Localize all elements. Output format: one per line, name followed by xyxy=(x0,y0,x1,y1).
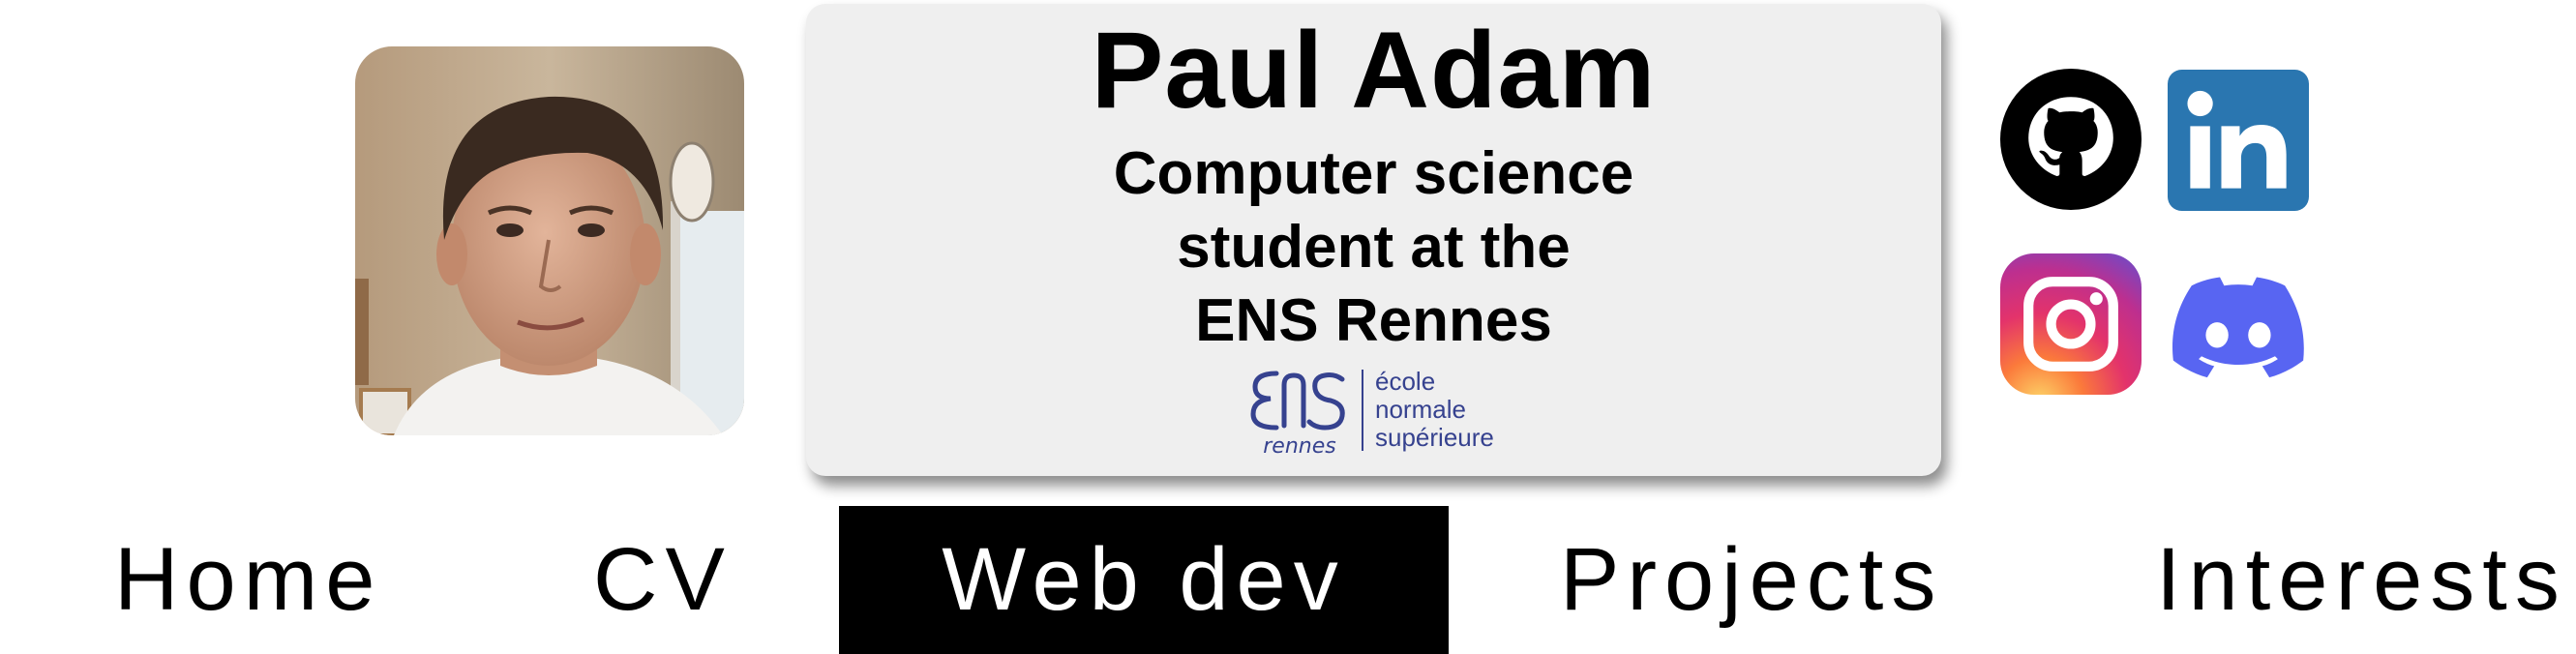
nav-item-interests[interactable]: Interests xyxy=(2156,506,2567,654)
ens-logo-mark: rennes xyxy=(1250,371,1345,459)
linkedin-icon[interactable] xyxy=(2168,70,2309,211)
ens-logo-line: école xyxy=(1375,367,1436,396)
nav-item-home[interactable]: Home xyxy=(114,506,382,654)
nav-item-web-dev[interactable]: Web dev xyxy=(839,506,1449,654)
subtitle-line: Computer science xyxy=(1113,140,1634,207)
page-title: Paul Adam xyxy=(1091,10,1657,131)
ens-rennes-logo: rennes école normale supérieure xyxy=(1247,364,1499,459)
ens-mark-text: rennes xyxy=(1263,434,1335,459)
divider xyxy=(1362,370,1363,451)
nav-item-cv[interactable]: CV xyxy=(593,506,733,654)
discord-icon[interactable] xyxy=(2168,257,2309,399)
subtitle-line: ENS Rennes xyxy=(1195,287,1552,354)
main-nav: Home CV Web dev Projects Interests xyxy=(0,506,2576,654)
subtitle-line: student at the xyxy=(1177,214,1571,281)
github-icon[interactable] xyxy=(2000,69,2142,210)
ens-logo-line: normale xyxy=(1375,395,1466,424)
ens-logo-text: école normale supérieure xyxy=(1375,368,1494,452)
ens-logo-line: supérieure xyxy=(1375,423,1494,452)
subtitle: Computer science student at the ENS Renn… xyxy=(806,137,1941,358)
page: Paul Adam Computer science student at th… xyxy=(0,0,2576,654)
instagram-icon[interactable] xyxy=(2000,253,2142,395)
profile-photo xyxy=(355,46,744,435)
nav-item-projects[interactable]: Projects xyxy=(1560,506,1943,654)
header-card: Paul Adam Computer science student at th… xyxy=(806,4,1941,476)
